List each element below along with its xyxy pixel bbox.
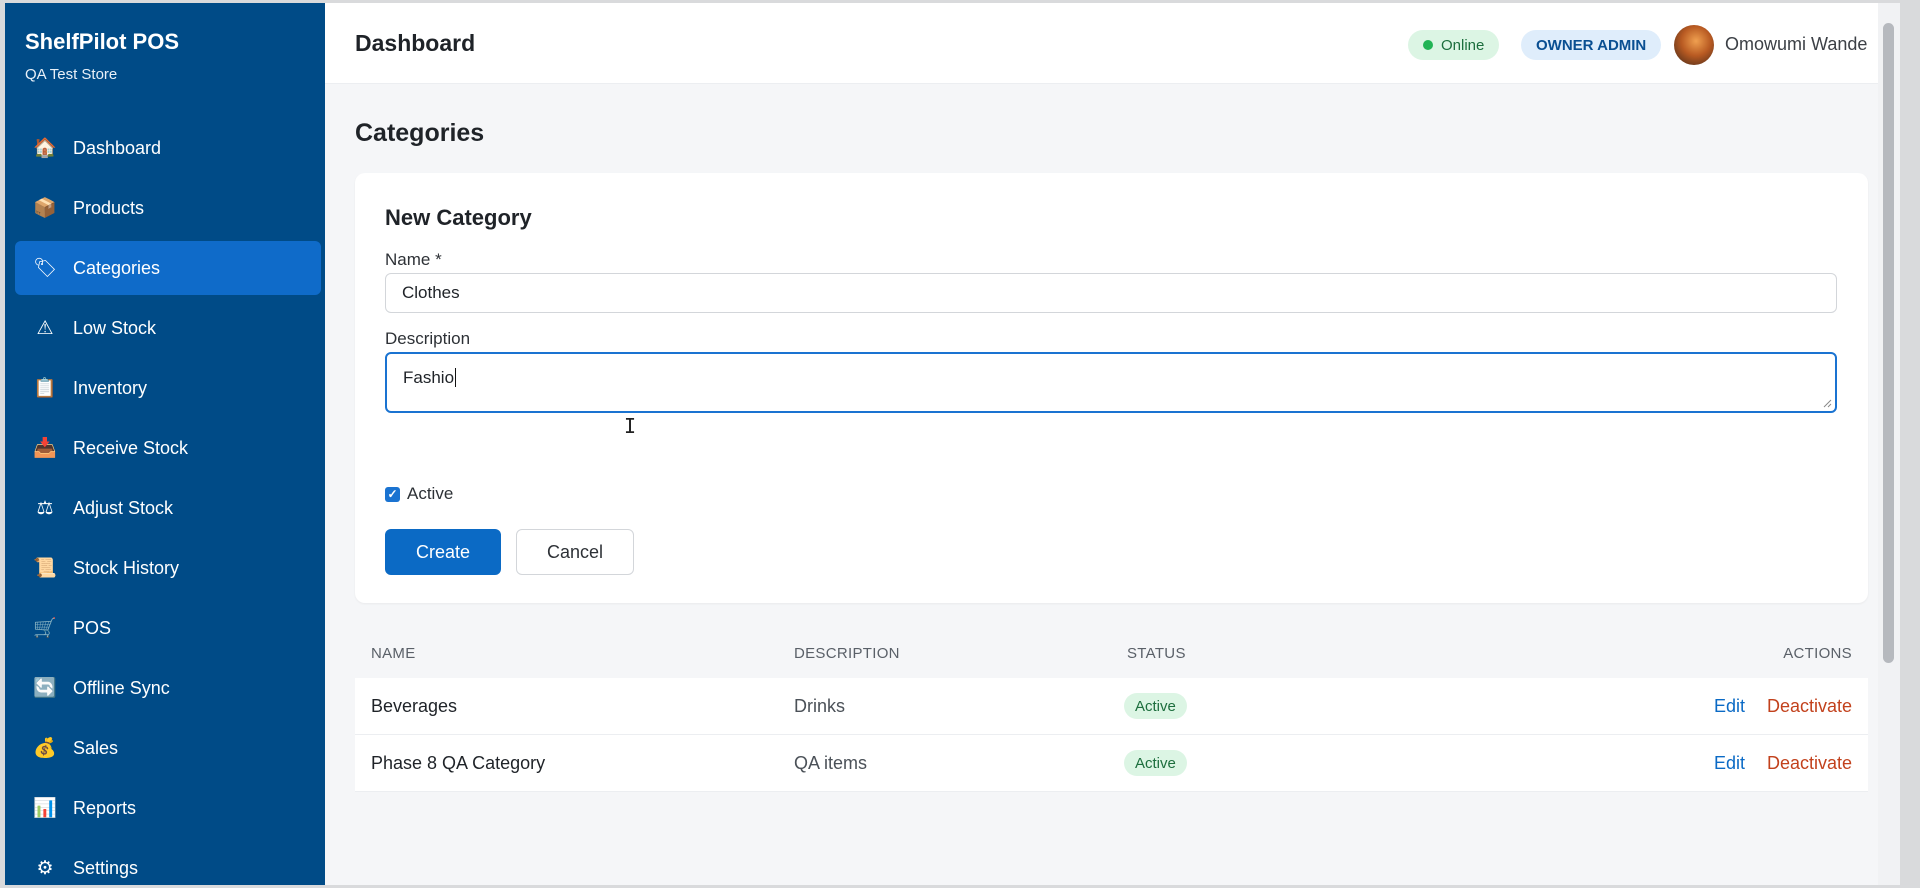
sidebar-item-label: Stock History [73,557,180,578]
page-title: Categories [355,119,485,147]
column-header-description[interactable]: DESCRIPTION [794,645,900,662]
top-header: Dashboard Online OWNER ADMIN Omowumi Wan… [325,3,1878,84]
status-badge: Active [1124,750,1187,776]
cancel-button[interactable]: Cancel [516,529,634,575]
sidebar-item-stock-history[interactable]: 📜 Stock History [15,541,321,595]
house-icon: 🏠 [33,138,57,159]
scroll-icon: 📜 [33,558,57,579]
sidebar-item-label: Reports [73,797,137,818]
sidebar-item-products[interactable]: 📦 Products [15,181,321,235]
brand-title: ShelfPilot POS [25,29,180,54]
name-input-value: Clothes [402,283,460,302]
sidebar-item-categories[interactable]: 🏷 Categories [15,241,321,295]
edit-link[interactable]: Edit [1714,696,1745,717]
sidebar-item-settings[interactable]: ⚙ Settings [15,841,321,885]
sidebar-item-sales[interactable]: 💰 Sales [15,721,321,775]
text-caret [455,368,457,387]
sidebar-item-label: Adjust Stock [73,497,174,518]
sidebar-item-label: POS [73,617,112,638]
deactivate-link[interactable]: Deactivate [1767,753,1852,774]
sidebar-item-pos[interactable]: 🛒 POS [15,601,321,655]
status-badge: Active [1124,693,1187,719]
active-label[interactable]: Active [407,484,453,504]
table-row: Beverages Drinks Active Edit Deactivate [355,678,1868,735]
role-badge: OWNER ADMIN [1521,30,1662,60]
form-title: New Category [385,205,532,230]
user-name[interactable]: Omowumi Wande [1725,34,1867,55]
header-title: Dashboard [355,30,476,56]
sidebar-item-label: Inventory [73,377,148,398]
description-textarea[interactable]: Fashio [385,352,1837,413]
tag-icon: 🏷 [32,258,58,279]
active-checkbox[interactable]: ✓ [385,487,400,502]
gear-icon: ⚙ [36,857,54,879]
sidebar-item-label: Offline Sync [73,677,170,698]
box-icon: 📦 [33,198,57,219]
description-label: Description [385,329,471,348]
resize-handle-icon[interactable] [1822,398,1832,408]
row-name: Phase 8 QA Category [371,753,546,773]
sync-icon: 🔄 [33,678,57,699]
row-name: Beverages [371,696,458,716]
deactivate-link[interactable]: Deactivate [1767,696,1852,717]
sidebar-item-label: Categories [73,257,161,278]
sidebar-item-low-stock[interactable]: ⚠ Low Stock [15,301,321,355]
sidebar-item-offline-sync[interactable]: 🔄 Offline Sync [15,661,321,715]
warning-icon: ⚠ [36,317,54,339]
status-badge: Online [1408,30,1500,60]
sidebar-item-adjust-stock[interactable]: ⚖ Adjust Stock [15,481,321,535]
column-header-actions: ACTIONS [1783,645,1852,662]
row-description: Drinks [794,696,846,716]
sidebar-item-label: Settings [73,857,139,878]
name-input[interactable]: Clothes [385,273,1837,313]
online-dot-icon [1423,40,1433,50]
sidebar-item-dashboard[interactable]: 🏠 Dashboard [15,121,321,175]
text-cursor-icon: I [624,414,637,438]
scrollbar-thumb[interactable] [1883,23,1894,663]
description-value: Fashio [403,368,455,387]
bar-chart-icon: 📊 [33,798,57,819]
edit-link[interactable]: Edit [1714,753,1745,774]
scrollbar[interactable] [1878,3,1900,885]
name-label: Name * [385,250,442,269]
cart-icon: 🛒 [33,618,57,639]
clipboard-icon: 📋 [33,378,57,399]
sidebar-item-label: Low Stock [73,317,157,338]
store-name: QA Test Store [25,66,118,83]
column-header-status[interactable]: STATUS [1127,645,1186,662]
sidebar-item-label: Sales [73,737,119,758]
sidebar-item-reports[interactable]: 📊 Reports [15,781,321,835]
row-description: QA items [794,753,868,773]
scales-icon: ⚖ [36,497,54,519]
table-row: Phase 8 QA Category QA items Active Edit… [355,735,1868,792]
sidebar-item-label: Receive Stock [73,437,189,458]
sidebar-item-label: Dashboard [73,137,162,158]
sidebar-item-label: Products [73,197,145,218]
sidebar-item-receive-stock[interactable]: 📥 Receive Stock [15,421,321,475]
inbox-tray-icon: 📥 [33,438,57,459]
column-header-name[interactable]: NAME [371,645,416,662]
new-category-form: New Category Name * Clothes Description … [355,173,1868,603]
money-bag-icon: 💰 [33,738,57,759]
app-window: ShelfPilot POS QA Test Store 🏠 Dashboard… [5,3,1900,885]
sidebar-item-inventory[interactable]: 📋 Inventory [15,361,321,415]
categories-table: NAME DESCRIPTION STATUS ACTIONS Beverage… [355,630,1868,792]
sidebar-nav: 🏠 Dashboard 📦 Products 🏷 Categories ⚠ Lo… [15,121,321,885]
status-text: Online [1441,36,1485,54]
sidebar: ShelfPilot POS QA Test Store 🏠 Dashboard… [5,3,325,885]
table-header: NAME DESCRIPTION STATUS ACTIONS [355,630,1868,678]
create-button[interactable]: Create [385,529,501,575]
avatar[interactable] [1674,25,1714,65]
